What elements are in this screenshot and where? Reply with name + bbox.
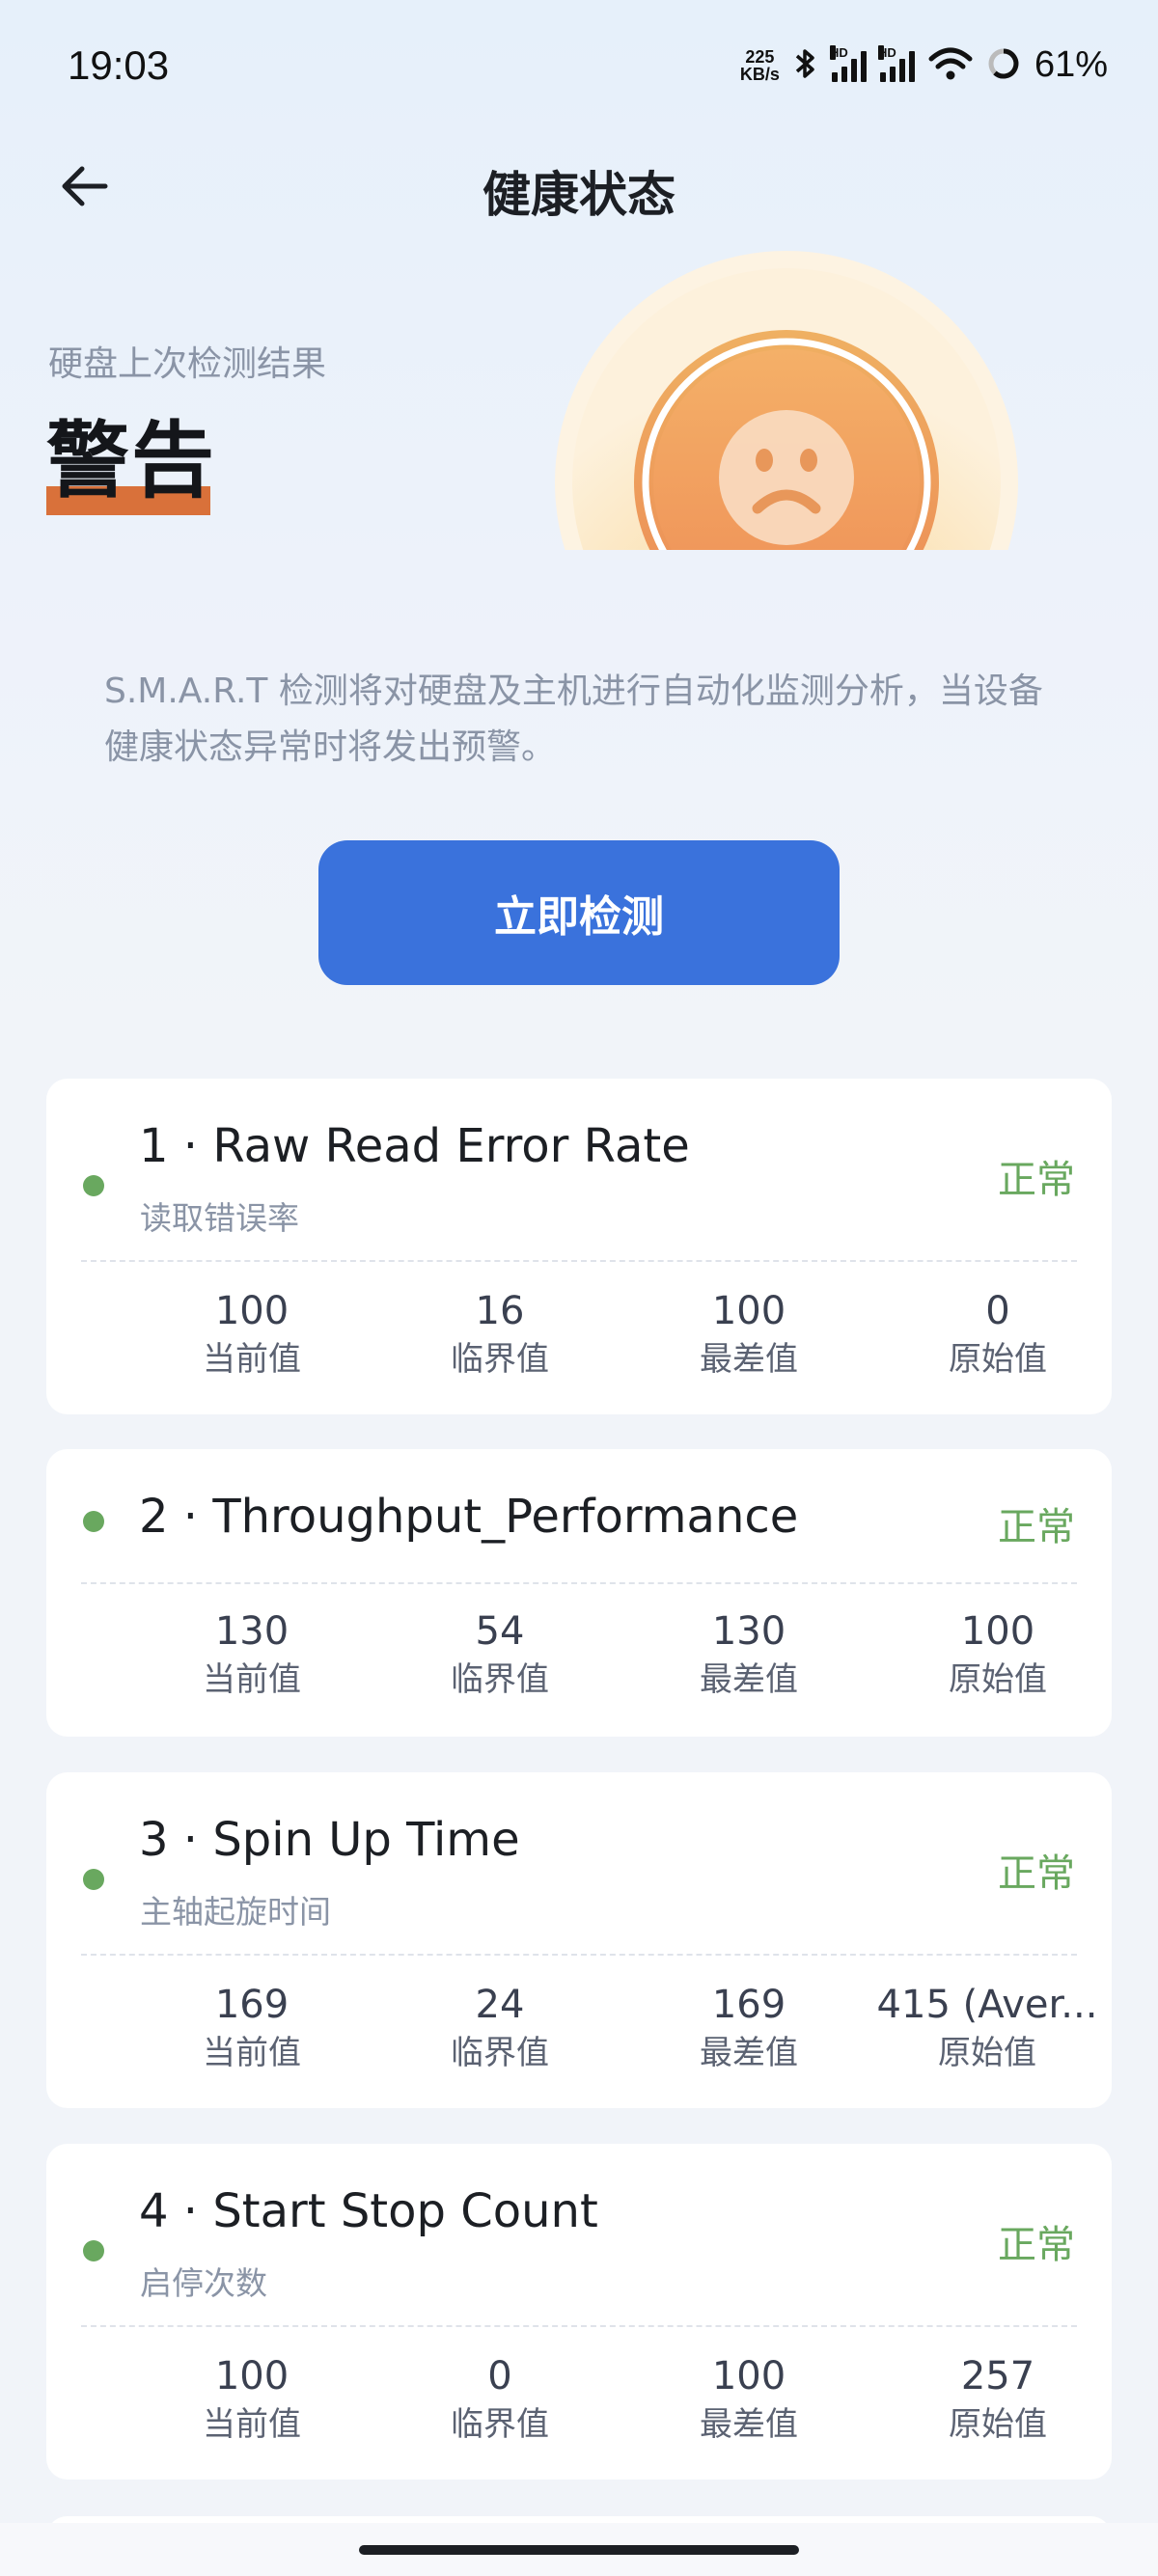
metric-label: 原始值 — [949, 1660, 1047, 1699]
item-title: 3 · Spin Up Time — [139, 1813, 520, 1867]
metric-value: 415 (Aver... — [876, 1983, 1098, 2027]
metric-threshold: 54 临界值 — [394, 1607, 606, 1704]
status-dot — [83, 1511, 104, 1532]
metric-current: 100 当前值 — [146, 2352, 358, 2449]
status-dot — [83, 2240, 104, 2261]
metric-value: 100 — [711, 1289, 786, 1333]
status-time: 19:03 — [68, 42, 170, 88]
item-status: 正常 — [998, 1505, 1075, 1549]
metric-label: 当前值 — [203, 2405, 301, 2444]
metric-value: 16 — [475, 1289, 525, 1333]
metric-value: 100 — [214, 1289, 290, 1333]
metric-label: 原始值 — [938, 2034, 1036, 2072]
top-bar: 健康状态 — [0, 135, 1158, 241]
divider — [81, 1582, 1077, 1584]
metric-label: 当前值 — [203, 2034, 301, 2072]
metric-value: 24 — [475, 1983, 525, 2027]
metric-worst: 130 最差值 — [643, 1607, 855, 1704]
status-icons: 225 KB/s HD HD 61% — [740, 44, 1108, 86]
smart-item-card[interactable]: 1 · Raw Read Error Rate 读取错误率 正常 100 当前值… — [46, 1079, 1112, 1414]
home-indicator[interactable] — [359, 2545, 799, 2555]
metric-raw: 100 原始值 — [892, 1607, 1104, 1704]
network-speed-value: 225 — [745, 46, 775, 67]
metric-worst: 100 最差值 — [643, 2352, 855, 2449]
metric-label: 原始值 — [949, 2405, 1047, 2444]
smart-item-card[interactable]: 3 · Spin Up Time 主轴起旋时间 正常 169 当前值 24 临界… — [46, 1772, 1112, 2108]
metric-label: 临界值 — [451, 1660, 549, 1699]
health-status: 警告 — [46, 413, 216, 515]
metric-raw: 0 原始值 — [892, 1287, 1104, 1384]
metric-label: 临界值 — [451, 2405, 549, 2444]
hd-label: HD — [877, 44, 896, 60]
battery-percentage: 61% — [1034, 44, 1108, 85]
hd-label: HD — [829, 44, 848, 60]
status-bar: 19:03 225 KB/s HD HD 61% — [0, 0, 1158, 135]
metric-raw: 415 (Aver... 原始值 — [867, 1981, 1108, 2077]
metric-threshold: 0 临界值 — [394, 2352, 606, 2449]
smart-item-card[interactable]: 2 · Throughput_Performance 正常 130 当前值 54… — [46, 1449, 1112, 1737]
wifi-icon — [928, 46, 973, 85]
metric-value: 169 — [214, 1983, 290, 2027]
last-check-label: 硬盘上次检测结果 — [48, 344, 327, 384]
metric-value: 0 — [487, 2354, 512, 2398]
smart-item-card[interactable]: 4 · Start Stop Count 启停次数 正常 100 当前值 0 临… — [46, 2144, 1112, 2480]
item-status: 正常 — [998, 1158, 1075, 1202]
divider — [81, 2325, 1077, 2327]
item-subtitle: 读取错误率 — [140, 1199, 299, 1237]
battery-ring-icon — [986, 46, 1021, 85]
item-subtitle: 主轴起旋时间 — [140, 1893, 331, 1931]
status-illustration — [550, 246, 1023, 550]
metric-label: 原始值 — [949, 1340, 1047, 1379]
metric-label: 最差值 — [700, 1340, 798, 1379]
metric-value: 130 — [214, 1609, 290, 1654]
metric-threshold: 24 临界值 — [394, 1981, 606, 2077]
status-dot — [83, 1869, 104, 1890]
network-speed: 225 KB/s — [740, 48, 780, 83]
metric-label: 临界值 — [451, 2034, 549, 2072]
health-status-text: 警告 — [46, 413, 216, 509]
metric-label: 当前值 — [203, 1340, 301, 1379]
metric-current: 130 当前值 — [146, 1607, 358, 1704]
metric-value: 54 — [475, 1609, 525, 1654]
item-title: 2 · Throughput_Performance — [139, 1490, 799, 1544]
metric-current: 169 当前值 — [146, 1981, 358, 2077]
divider — [81, 1954, 1077, 1956]
detect-now-button[interactable]: 立即检测 — [318, 840, 840, 985]
metric-value: 0 — [985, 1289, 1010, 1333]
metric-current: 100 当前值 — [146, 1287, 358, 1384]
item-title: 4 · Start Stop Count — [139, 2184, 598, 2238]
metric-label: 临界值 — [451, 1340, 549, 1379]
divider — [81, 1260, 1077, 1262]
metric-value: 100 — [960, 1609, 1035, 1654]
item-status: 正常 — [998, 1851, 1075, 1896]
metric-value: 100 — [711, 2354, 786, 2398]
signal-icon: HD — [877, 44, 915, 82]
metric-worst: 169 最差值 — [643, 1981, 855, 2077]
metric-label: 最差值 — [700, 2034, 798, 2072]
page-title: 健康状态 — [482, 167, 676, 223]
metric-raw: 257 原始值 — [892, 2352, 1104, 2449]
metric-value: 100 — [214, 2354, 290, 2398]
item-status: 正常 — [998, 2223, 1075, 2267]
metric-label: 最差值 — [700, 2405, 798, 2444]
metric-label: 最差值 — [700, 1660, 798, 1699]
signal-icon: HD — [829, 44, 867, 82]
metric-label: 当前值 — [203, 1660, 301, 1699]
bluetooth-icon — [793, 46, 818, 85]
sad-face-icon — [719, 410, 854, 545]
network-speed-unit: KB/s — [739, 64, 780, 84]
status-dot — [83, 1175, 104, 1196]
metric-threshold: 16 临界值 — [394, 1287, 606, 1384]
item-subtitle: 启停次数 — [140, 2264, 267, 2302]
metric-value: 130 — [711, 1609, 786, 1654]
metric-value: 169 — [711, 1983, 786, 2027]
item-title: 1 · Raw Read Error Rate — [139, 1119, 690, 1173]
smart-description: S.M.A.R.T 检测将对硬盘及主机进行自动化监测分析，当设备健康状态异常时将… — [104, 671, 1043, 767]
metric-worst: 100 最差值 — [643, 1287, 855, 1384]
metric-value: 257 — [960, 2354, 1035, 2398]
